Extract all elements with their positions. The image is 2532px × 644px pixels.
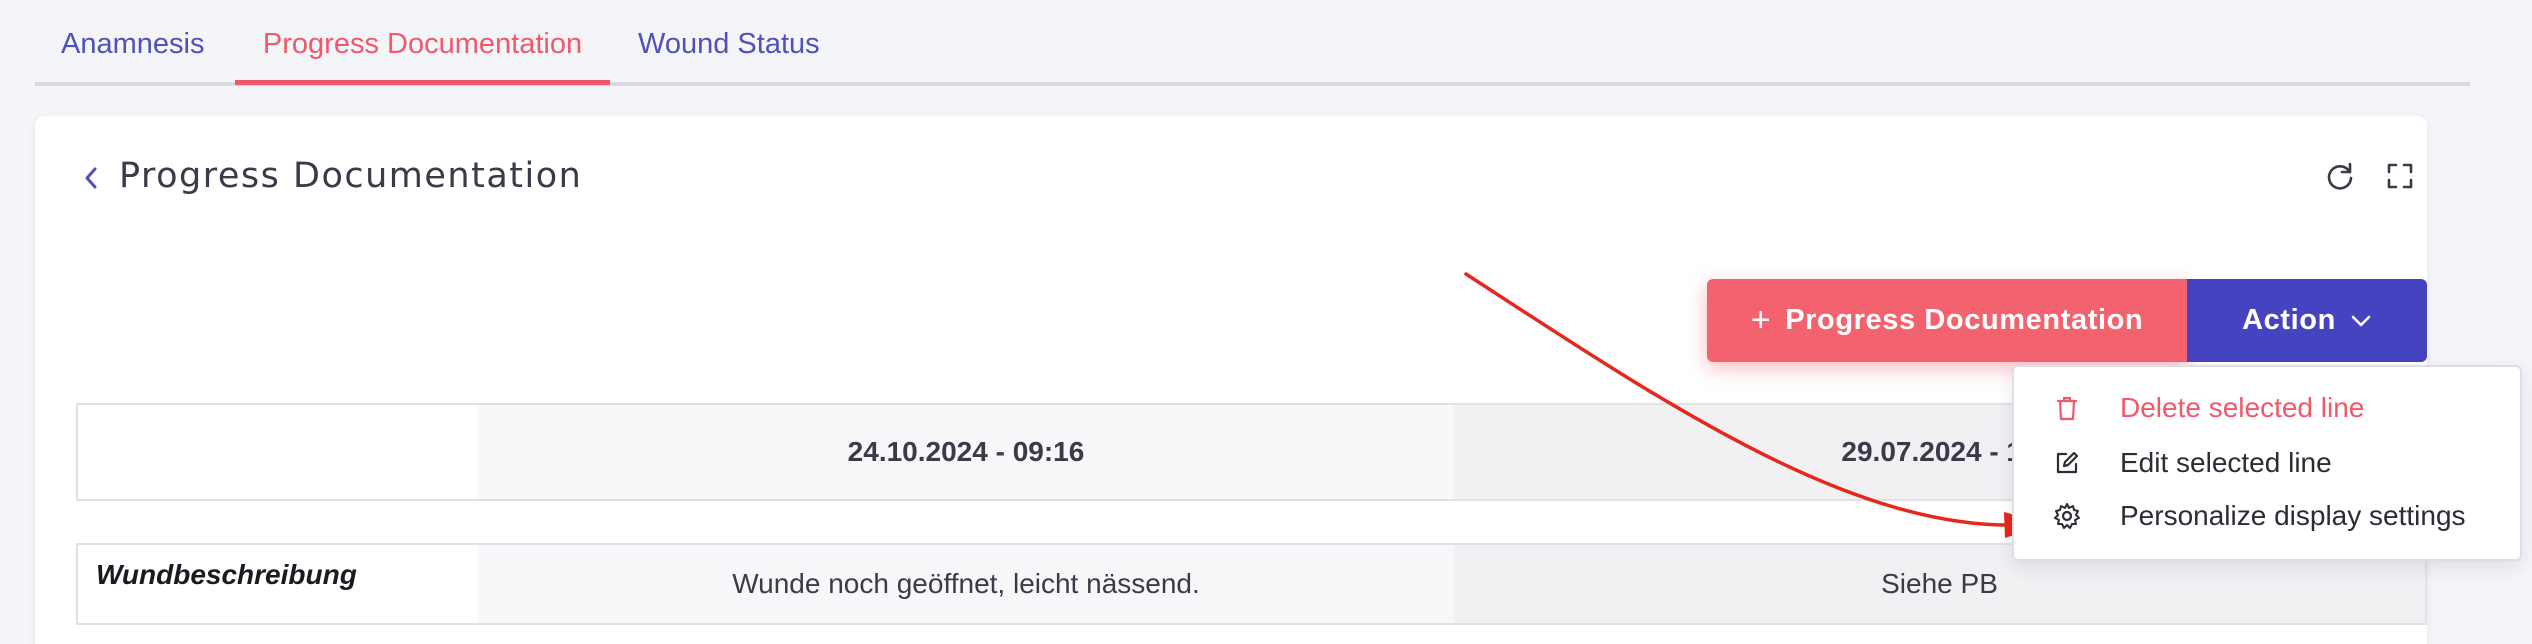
chevron-left-icon[interactable] xyxy=(79,160,103,196)
menu-item-label: Personalize display settings xyxy=(2120,500,2466,531)
action-button-label: Action xyxy=(2242,304,2336,336)
tab-bar: Anamnesis Progress Documentation Wound S… xyxy=(35,0,2470,86)
refresh-icon[interactable] xyxy=(2322,158,2358,194)
add-button-label: Progress Documentation xyxy=(1785,304,2144,336)
plus-icon: + xyxy=(1750,301,1772,339)
edit-icon xyxy=(2056,451,2079,474)
fullscreen-icon[interactable] xyxy=(2382,158,2418,194)
table-header-cell[interactable]: 24.10.2024 - 09:16 xyxy=(478,405,1454,499)
tab-progress-documentation[interactable]: Progress Documentation xyxy=(235,28,610,85)
action-dropdown-button[interactable]: Action xyxy=(2187,279,2427,362)
tab-anamnesis[interactable]: Anamnesis xyxy=(61,28,204,86)
menu-item-label: Delete selected line xyxy=(2120,392,2365,423)
action-menu: Delete selected line Edit selected line … xyxy=(2012,365,2522,561)
menu-item-edit-selected-line[interactable]: Edit selected line xyxy=(2014,438,2520,488)
page-title: Progress Documentation xyxy=(119,156,583,196)
trash-icon xyxy=(2056,396,2078,421)
row-label: Wundbeschreibung xyxy=(78,545,478,623)
tab-wound-status[interactable]: Wound Status xyxy=(638,28,820,86)
table-cell[interactable]: Wunde noch geöffnet, leicht nässend. xyxy=(478,545,1454,623)
table-header-cell xyxy=(78,405,478,499)
menu-item-delete-selected-line[interactable]: Delete selected line xyxy=(2014,383,2520,433)
menu-item-label: Edit selected line xyxy=(2120,447,2332,478)
chevron-down-icon xyxy=(2351,315,2371,326)
add-progress-documentation-button[interactable]: + Progress Documentation xyxy=(1707,279,2187,362)
menu-item-personalize-display-settings[interactable]: Personalize display settings xyxy=(2014,491,2520,541)
gear-icon xyxy=(2054,503,2080,529)
